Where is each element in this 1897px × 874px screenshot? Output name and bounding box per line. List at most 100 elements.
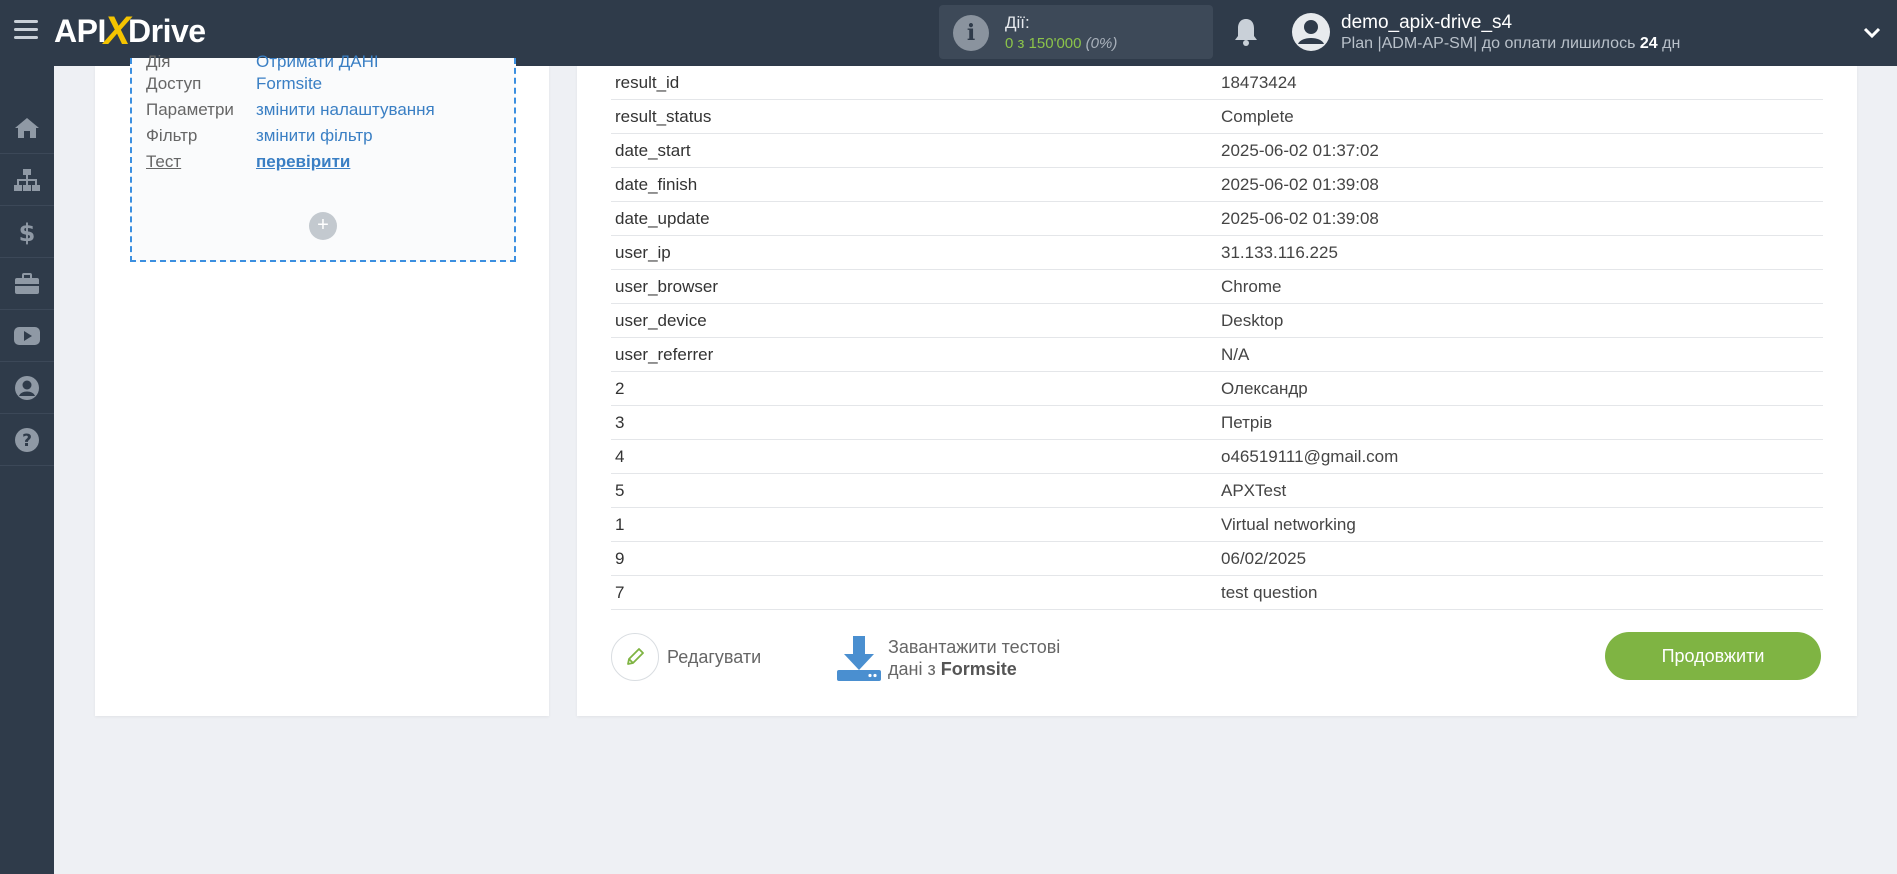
actions-counter[interactable]: i Дії: 0 з 150'000 (0%) (939, 5, 1213, 59)
field-value: Петрів (1221, 413, 1273, 432)
field-value: 18473424 (1221, 73, 1297, 92)
field-name: 5 (615, 481, 625, 500)
field-name: 3 (615, 413, 625, 432)
logo-text-drive: Drive (128, 12, 206, 49)
sidebar-item-tools[interactable] (0, 258, 54, 310)
sidebar-item-billing[interactable]: $ (0, 206, 54, 258)
days-unit: дн (1662, 35, 1681, 52)
field-value: 31.133.116.225 (1221, 243, 1338, 262)
days-left: 24 (1639, 35, 1658, 52)
download-icon (837, 636, 881, 681)
table-row: user_device Desktop (611, 304, 1823, 338)
table-row: 2 Олександр (611, 372, 1823, 406)
field-name: 1 (615, 515, 625, 534)
actions-label: Дії: (1005, 13, 1030, 32)
field-name: date_finish (615, 175, 698, 194)
source-key: Доступ (146, 74, 202, 93)
field-name: user_browser (615, 277, 718, 296)
source-key: Фільтр (146, 126, 198, 145)
edit-button[interactable]: Редагувати (611, 633, 761, 681)
bell-icon[interactable] (1232, 16, 1260, 48)
add-step-button[interactable]: + (309, 212, 337, 240)
continue-button[interactable]: Продовжити (1605, 632, 1821, 680)
sidebar-item-profile[interactable] (0, 362, 54, 414)
chevron-down-icon[interactable] (1861, 22, 1883, 44)
table-row: result_status Complete (611, 100, 1823, 134)
field-value: 2025-06-02 01:39:08 (1221, 209, 1379, 228)
source-value[interactable]: Formsite (256, 74, 322, 94)
field-name: result_id (615, 73, 680, 92)
download-test-data-button[interactable]: Завантажити тестові дані з Formsite (836, 633, 1060, 683)
source-value[interactable]: змінити налаштування (256, 100, 435, 120)
table-row: user_referrer N/A (611, 338, 1823, 372)
table-row: 5 APXTest (611, 474, 1823, 508)
table-row: 1 Virtual networking (611, 508, 1823, 542)
field-value: Desktop (1221, 311, 1284, 330)
source-card: Дія Отримати ДАНІ Доступ Formsite Параме… (95, 52, 549, 716)
help-icon: ? (15, 427, 39, 452)
svg-text:$: $ (19, 219, 36, 245)
svg-text:?: ? (22, 431, 32, 451)
field-value: test question (1221, 583, 1318, 602)
user-icon (15, 375, 39, 400)
briefcase-icon (15, 272, 39, 294)
field-value: Complete (1221, 107, 1294, 126)
download-label-line1: Завантажити тестові (888, 637, 1061, 657)
hamburger-menu-icon[interactable] (14, 20, 38, 44)
edit-circle (611, 633, 659, 681)
field-value: APXTest (1221, 481, 1287, 500)
sidebar-item-connections[interactable] (0, 154, 54, 206)
field-value: Virtual networking (1221, 515, 1356, 534)
download-source-name: Formsite (940, 659, 1017, 679)
table-row: 4 o46519111@gmail.com (611, 440, 1823, 474)
logo-text-api: API (54, 12, 106, 49)
user-avatar-icon[interactable] (1291, 12, 1331, 52)
field-name: result_status (615, 107, 712, 126)
pencil-icon (627, 648, 644, 665)
source-key: Параметри (146, 100, 234, 119)
source-value[interactable]: Отримати ДАНІ (256, 52, 379, 72)
info-icon: i (953, 15, 989, 51)
table-row: date_update 2025-06-02 01:39:08 (611, 202, 1823, 236)
field-value: 2025-06-02 01:39:08 (1221, 175, 1379, 194)
source-value[interactable]: перевірити (256, 152, 350, 172)
plan-text: Plan |ADM-AP-SM| до оплати лишилось (1341, 35, 1636, 52)
result-table: result_id 18473424 result_status Complete … (611, 66, 1823, 610)
field-name: 4 (615, 447, 625, 466)
field-value: 2025-06-02 01:37:02 (1221, 141, 1379, 160)
field-name: 2 (615, 379, 625, 398)
sitemap-icon (14, 168, 40, 191)
field-name: date_start (615, 141, 691, 160)
table-row: user_ip 31.133.116.225 (611, 236, 1823, 270)
user-name[interactable]: demo_apix-drive_s4 (1341, 12, 1512, 34)
apix-drive-logo[interactable]: API X Drive (54, 8, 206, 53)
source-key: Дія (146, 52, 171, 71)
table-row: 7 test question (611, 576, 1823, 610)
download-label: Завантажити тестові дані з Formsite (888, 636, 1060, 680)
sidebar-item-video[interactable] (0, 310, 54, 362)
table-row: date_finish 2025-06-02 01:39:08 (611, 168, 1823, 202)
actions-count: 0 з 150'000 (0%) (1005, 35, 1117, 52)
sidebar-item-help[interactable]: ? (0, 414, 54, 466)
table-row: user_browser Chrome (611, 270, 1823, 304)
dollar-icon: $ (19, 219, 36, 245)
source-value[interactable]: змінити фільтр (256, 126, 373, 146)
sidebar-item-home[interactable] (0, 102, 54, 154)
table-row: result_id 18473424 (611, 66, 1823, 100)
field-name: 9 (615, 549, 625, 568)
source-key: Тест (146, 152, 182, 171)
user-plan: Plan |ADM-AP-SM| до оплати лишилось 24 д… (1341, 35, 1680, 53)
table-row: 9 06/02/2025 (611, 542, 1823, 576)
field-value: N/A (1221, 345, 1250, 364)
table-row: 3 Петрів (611, 406, 1823, 440)
test-result-card: result_id 18473424 result_status Complete … (577, 66, 1857, 716)
sidebar: $ ? (0, 66, 54, 874)
table-row: date_start 2025-06-02 01:37:02 (611, 134, 1823, 168)
field-value: Олександр (1221, 379, 1308, 398)
field-value: o46519111@gmail.com (1221, 447, 1399, 466)
field-name: user_ip (615, 243, 671, 262)
logo-text-x: X (103, 8, 131, 53)
field-name: 7 (615, 583, 625, 602)
field-value: 06/02/2025 (1221, 549, 1307, 568)
youtube-icon (14, 326, 40, 345)
